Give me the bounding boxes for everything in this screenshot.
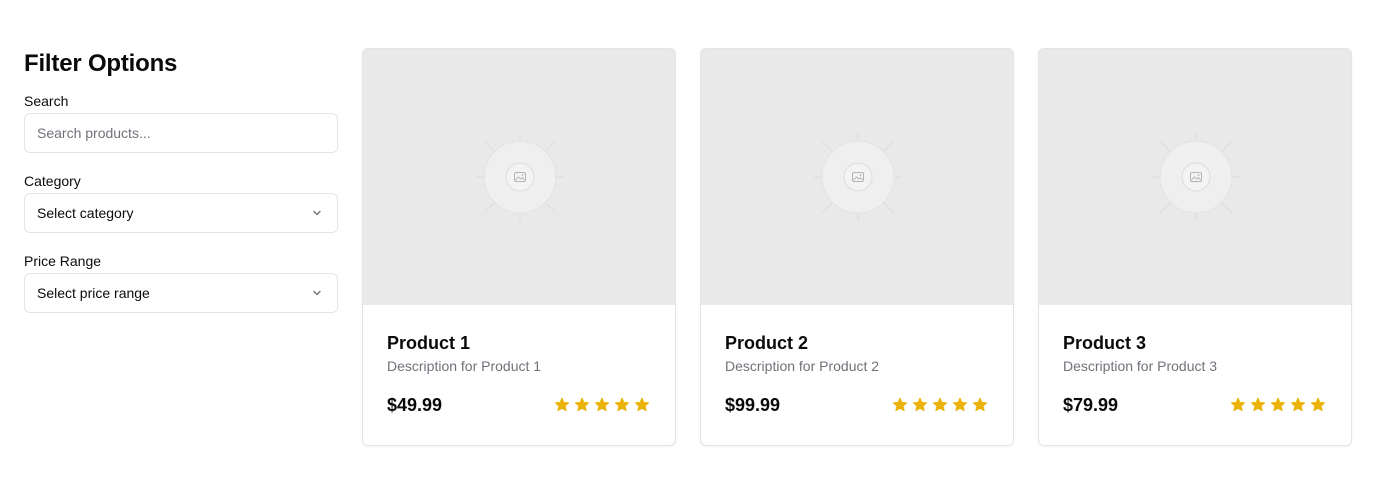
product-title: Product 1 xyxy=(387,333,471,353)
star-icon xyxy=(892,397,908,412)
category-select[interactable]: Select category xyxy=(24,193,338,233)
star-icon xyxy=(574,397,590,412)
product-price: $79.99 xyxy=(1063,395,1119,415)
chevron-down-icon xyxy=(309,285,325,301)
product-rating xyxy=(892,397,988,413)
product-image xyxy=(1039,49,1351,305)
product-description: Description for Product 3 xyxy=(1063,358,1218,374)
product-description: Description for Product 2 xyxy=(725,358,880,374)
search-field: Search xyxy=(24,93,338,153)
star-icon xyxy=(912,397,928,412)
product-grid: Product 1 Description for Product 1 $49.… xyxy=(362,48,1352,446)
product-price: $49.99 xyxy=(387,395,443,415)
product-card[interactable]: Product 1 Description for Product 1 $49.… xyxy=(362,48,676,446)
category-label: Category xyxy=(24,173,81,189)
image-placeholder-icon xyxy=(1152,133,1240,221)
filter-sidebar: Filter Options Search Category Select ca… xyxy=(24,48,338,333)
chevron-down-icon xyxy=(309,205,325,221)
product-footer: $99.99 xyxy=(725,393,989,417)
price-range-label: Price Range xyxy=(24,253,102,269)
filter-title: Filter Options xyxy=(24,50,178,77)
category-select-value: Select category xyxy=(37,205,134,221)
product-card-body: Product 2 Description for Product 2 $99.… xyxy=(701,305,1013,417)
star-icon xyxy=(972,397,988,412)
star-icon xyxy=(614,397,630,412)
product-image xyxy=(701,49,1013,305)
star-icon xyxy=(1250,397,1266,412)
star-icon xyxy=(1270,397,1286,412)
product-title: Product 2 xyxy=(725,333,809,353)
image-placeholder-icon xyxy=(476,133,564,221)
star-icon xyxy=(952,397,968,412)
star-icon xyxy=(634,397,650,412)
star-icon xyxy=(1230,397,1246,412)
star-icon xyxy=(932,397,948,412)
star-icon xyxy=(554,397,570,412)
price-range-select-value: Select price range xyxy=(37,285,150,301)
price-range-select[interactable]: Select price range xyxy=(24,273,338,313)
product-image xyxy=(363,49,675,305)
product-card-body: Product 1 Description for Product 1 $49.… xyxy=(363,305,675,417)
category-field: Category Select category xyxy=(24,173,338,233)
search-label: Search xyxy=(24,93,69,109)
product-card-body: Product 3 Description for Product 3 $79.… xyxy=(1039,305,1351,417)
product-description: Description for Product 1 xyxy=(387,358,542,374)
price-range-field: Price Range Select price range xyxy=(24,253,338,313)
star-icon xyxy=(594,397,610,412)
page: Filter Options Search Category Select ca… xyxy=(0,0,1376,494)
product-rating xyxy=(1230,397,1326,413)
star-icon xyxy=(1310,397,1326,412)
image-placeholder-icon xyxy=(814,133,902,221)
product-title: Product 3 xyxy=(1063,333,1147,353)
star-icon xyxy=(1290,397,1306,412)
product-footer: $49.99 xyxy=(387,393,651,417)
product-rating xyxy=(554,397,650,413)
product-card[interactable]: Product 3 Description for Product 3 $79.… xyxy=(1038,48,1352,446)
product-price: $99.99 xyxy=(725,395,781,415)
search-input[interactable] xyxy=(24,113,338,153)
product-card[interactable]: Product 2 Description for Product 2 $99.… xyxy=(700,48,1014,446)
product-footer: $79.99 xyxy=(1063,393,1327,417)
